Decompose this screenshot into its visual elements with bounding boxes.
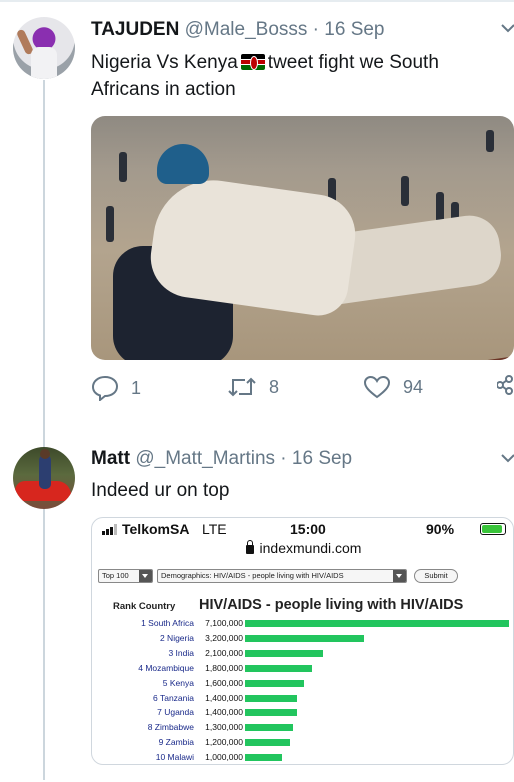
battery-percent: 90% [426,521,455,537]
tweet-text: Nigeria Vs Kenya tweet fight we South Afr… [91,52,439,100]
value-bar [245,620,509,627]
value-bar [245,709,298,717]
rank-country: 5 Kenya [162,677,194,688]
table-row: 3 India 2,100,000 [92,647,513,659]
value-label: 2,100,000 [205,647,243,658]
rank-country: 8 Zimbabwe [147,722,194,733]
tweet-header: TAJUDEN @Male_Bosss · 16 Sep [91,19,385,40]
phone-status-bar: TelkomSA LTE 15:00 90% [92,518,513,540]
status-time: 15:00 [290,521,326,537]
table-row: 2 Nigeria 3,200,000 [92,632,513,644]
value-label: 1,400,000 [205,707,243,718]
rank-country: 3 India [168,647,194,658]
avatar[interactable] [13,17,75,79]
table-row: 7 Uganda 1,400,000 [92,707,513,718]
like-button[interactable]: 94 [363,375,423,399]
value-bar [245,694,298,702]
value-bar [245,679,305,687]
tweet-date[interactable]: 16 Sep [292,448,352,469]
retweet-icon [227,375,257,399]
tweet-actions: 1 8 94 [91,375,514,405]
kenya-flag-icon [240,54,265,70]
rank-country: 6 Tanzania [153,692,194,703]
chevron-down-icon[interactable] [501,450,514,468]
value-bar [245,724,294,732]
retweet-button[interactable]: 8 [227,375,279,399]
rank-country-header: Rank Country [113,601,176,612]
value-label: 3,200,000 [205,632,243,643]
value-label: 1,800,000 [205,662,243,673]
rank-country: 7 Uganda [157,707,194,718]
submit-button: Submit [414,569,458,583]
thread-connector-line [43,80,45,780]
carrier-name: TelkomSA [122,521,190,537]
tweet-header: Matt @_Matt_Martins · 16 Sep [91,448,353,469]
tweet-photo-screenshot[interactable]: TelkomSA LTE 15:00 90% indexmundi.com To… [91,517,514,765]
signal-bars-icon [102,524,118,535]
tweet-photo[interactable] [91,116,514,360]
rank-country: 10 Malawi [155,752,194,763]
network-type: LTE [202,521,227,537]
table-row: 6 Tanzania 1,400,000 [92,692,513,704]
value-bar [245,634,364,642]
chevron-down-icon[interactable] [501,20,514,38]
value-label: 1,300,000 [205,722,243,733]
like-icon [363,375,391,399]
username[interactable]: @_Matt_Martins [135,448,275,469]
rank-country: 4 Mozambique [138,662,194,673]
like-count: 94 [403,376,424,397]
lock-icon [245,540,254,554]
value-label: 7,100,000 [205,618,243,628]
top-divider [0,0,514,2]
table-row: 9 Zambia 1,200,000 [92,737,513,748]
table-title: HIV/AIDS - people living with HIV/AIDS [199,597,464,613]
top-select: Top 100 [98,569,153,583]
retweet-count: 8 [269,376,280,397]
value-bar [245,754,283,762]
table-row: 8 Zimbabwe 1,300,000 [92,722,513,733]
url-bar: indexmundi.com [92,540,513,556]
reply-count: 1 [131,377,142,398]
value-label: 1,200,000 [205,737,243,748]
value-label: 1,400,000 [205,692,243,703]
reply-icon [91,375,119,401]
value-label: 1,000,000 [205,752,243,763]
share-button[interactable] [497,375,514,395]
battery-icon [480,523,506,535]
table-row: 1 South Africa 7,100,000 [92,618,513,629]
display-name[interactable]: TAJUDEN [91,19,179,40]
avatar[interactable] [13,447,75,509]
value-bar [245,739,290,747]
reply-button[interactable]: 1 [91,375,141,401]
username[interactable]: @Male_Bosss [185,19,308,40]
table-row: 5 Kenya 1,600,000 [92,677,513,689]
value-bar [245,649,324,657]
value-label: 1,600,000 [205,677,243,688]
table-row: 10 Malawi 1,000,000 [92,752,513,763]
display-name[interactable]: Matt [91,448,130,469]
share-icon [497,375,514,395]
tweet-date[interactable]: 16 Sep [324,19,384,40]
rank-country: 1 South Africa [141,618,194,628]
demographics-select: Demographics: HIV/AIDS - people living w… [157,569,407,583]
rank-country: 2 Nigeria [159,632,194,643]
table-row: 4 Mozambique 1,800,000 [92,662,513,674]
value-bar [245,664,312,672]
rank-country: 9 Zambia [158,737,194,748]
tweet-text: Indeed ur on top [91,480,230,501]
